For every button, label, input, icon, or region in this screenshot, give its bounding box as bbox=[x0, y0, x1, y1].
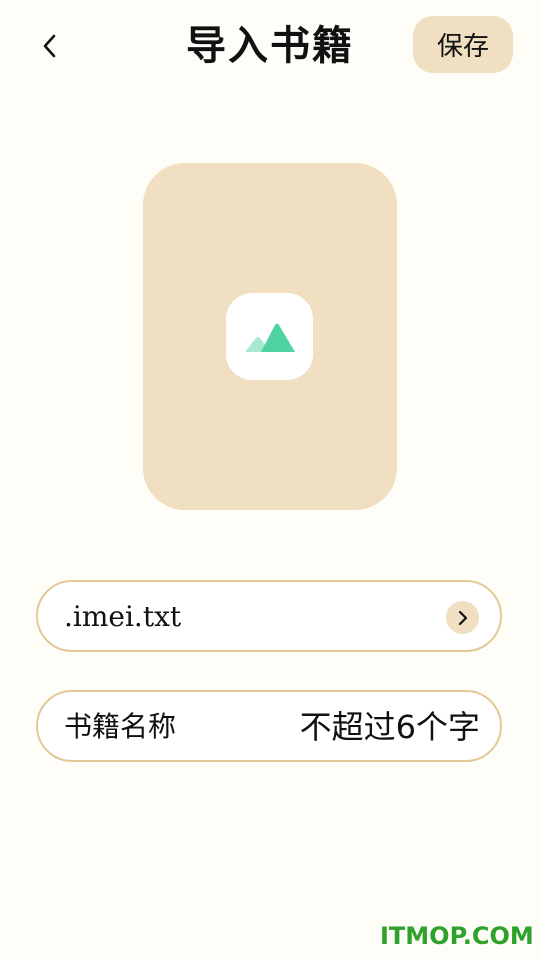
book-name-input[interactable] bbox=[218, 702, 480, 752]
image-icon-box bbox=[226, 293, 313, 380]
cover-image-picker[interactable] bbox=[143, 163, 397, 510]
file-name-text: .imei.txt bbox=[64, 600, 182, 633]
chevron-right-icon bbox=[446, 601, 479, 634]
watermark-text: ITMOP.COM bbox=[380, 922, 534, 950]
save-button[interactable]: 保存 bbox=[413, 16, 513, 73]
book-name-field: 书籍名称 bbox=[36, 690, 502, 762]
book-name-label: 书籍名称 bbox=[64, 710, 177, 743]
file-select-field[interactable]: .imei.txt bbox=[36, 580, 502, 652]
image-placeholder-icon bbox=[244, 323, 295, 352]
